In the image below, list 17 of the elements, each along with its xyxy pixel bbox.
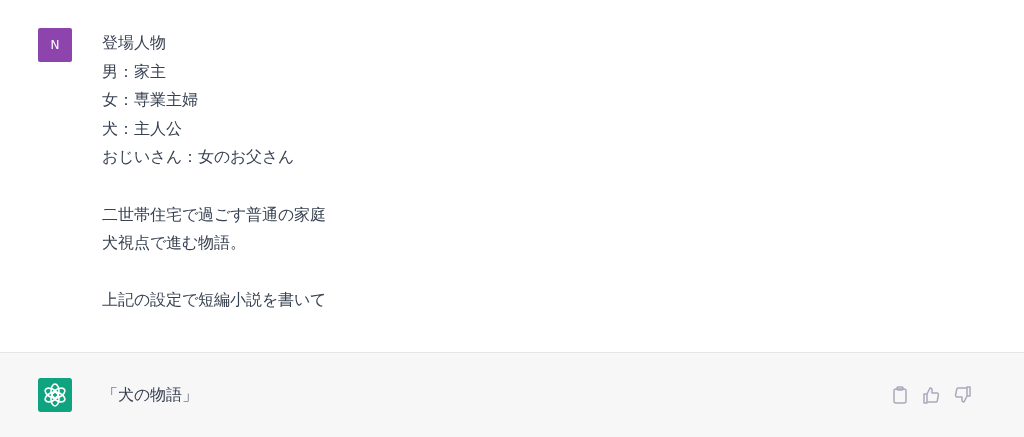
message-line: 登場人物 bbox=[102, 32, 167, 54]
message-line: 女：専業主婦 bbox=[102, 89, 199, 112]
thumbs-down-button[interactable] bbox=[952, 384, 974, 406]
message-line: 上記の設定で短編小説を書いて bbox=[102, 289, 326, 312]
message-line: 犬：主人公 bbox=[102, 117, 183, 140]
message-line: 二世帯住宅で過ごす普通の家庭 bbox=[102, 203, 326, 226]
message-line: 犬視点で進む物語。 bbox=[102, 232, 247, 255]
thumbs-up-icon bbox=[922, 386, 940, 404]
user-avatar: N bbox=[38, 28, 72, 62]
thumbs-up-button[interactable] bbox=[920, 384, 942, 406]
thumbs-down-icon bbox=[954, 386, 972, 404]
assistant-logo-icon bbox=[38, 378, 72, 412]
message-line: 男：家主 bbox=[102, 60, 167, 83]
copy-button[interactable] bbox=[890, 384, 910, 406]
clipboard-icon bbox=[892, 386, 908, 404]
assistant-text: 「犬の物語」 bbox=[102, 384, 199, 406]
message-line: おじいさん：女のお父さん bbox=[102, 146, 295, 169]
